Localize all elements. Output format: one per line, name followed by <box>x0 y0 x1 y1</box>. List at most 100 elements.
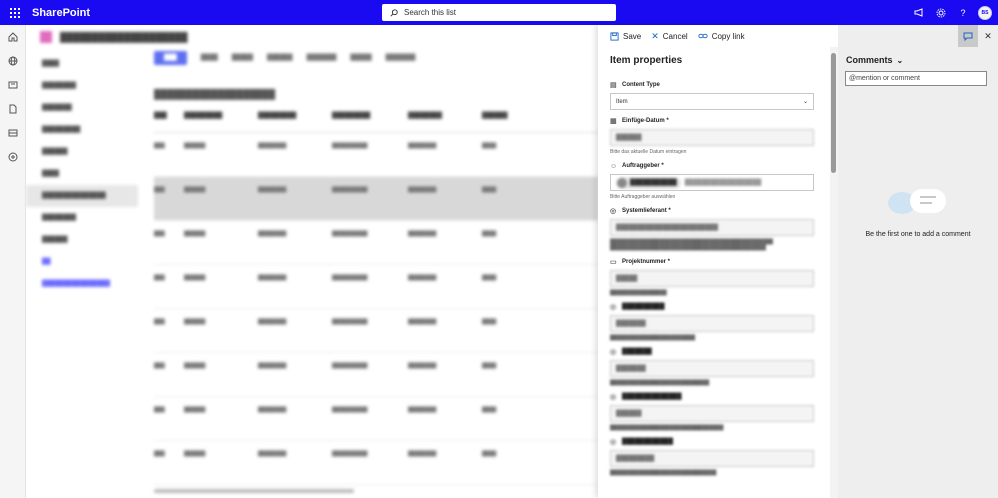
nav-item: ███████ <box>42 105 72 111</box>
projektnummer-input[interactable]: █████ <box>610 270 814 287</box>
table-row: ███ ██████ ████████ ██████████ ████████ ████ <box>154 397 598 441</box>
einfuege-datum-hint: Bitte das aktuelle Datum eintragen <box>610 149 687 155</box>
cancel-button[interactable]: ✕ Cancel <box>651 31 687 42</box>
table-row: ███ ██████ ████████ ██████████ ████████ ████ <box>154 265 598 309</box>
table-row-selected: ███ ██████ ████████ ██████████ ████████ ████ <box>154 177 598 221</box>
check-circle-icon: ◎ <box>610 208 617 215</box>
panel-title: Item properties <box>610 55 683 66</box>
table-row: ███ ██████ ████████ ██████████ ████████ ████ <box>154 133 598 177</box>
gear-icon[interactable] <box>930 0 952 25</box>
list-command-bar: ███ ████ █████ ██████ ███████ █████ ████… <box>154 51 415 65</box>
close-panel-button[interactable]: ✕ <box>978 25 998 47</box>
auftraggeber-people-picker[interactable]: ███████████ ██████████████████ <box>610 174 814 191</box>
comments-header[interactable]: Comments ⌄ <box>846 55 998 65</box>
systemlieferant-label: Systemlieferant * <box>622 208 671 214</box>
document-icon[interactable] <box>0 97 26 121</box>
save-icon <box>610 31 619 41</box>
nav-item: ████████████████ <box>42 281 111 287</box>
systemlieferant-input[interactable]: ████████████████████████ <box>610 219 814 236</box>
item-properties-panel: Save ✕ Cancel Copy link Item properties … <box>598 25 838 498</box>
grid-header: ███ █████████ █████████ █████████ ████████ ██… <box>154 113 598 133</box>
panel-form: Item properties ▤ Content Type Item ⌄ ▦ Ei… <box>598 47 830 498</box>
add-icon[interactable] <box>0 145 26 169</box>
nav-item: ████ <box>42 171 60 177</box>
comment-input[interactable]: @mention or comment <box>845 71 987 86</box>
brand-name[interactable]: SharePoint <box>32 7 90 19</box>
globe-icon[interactable] <box>0 49 26 73</box>
save-button[interactable]: Save <box>610 32 641 41</box>
field-blurred: ◎ ███████ ███████ ███████████████████████… <box>610 347 830 386</box>
content-type-label: Content Type <box>622 82 660 88</box>
blurred-input[interactable]: ███████ <box>610 360 814 377</box>
news-icon[interactable] <box>0 73 26 97</box>
help-icon[interactable]: ? <box>952 0 974 25</box>
panel-scrollbar[interactable] <box>830 47 838 498</box>
megaphone-icon[interactable] <box>908 0 930 25</box>
home-icon[interactable] <box>0 25 26 49</box>
command-blurred: █████ <box>231 55 254 61</box>
calendar-icon: ▦ <box>610 118 617 125</box>
suite-bar-actions: ? BS <box>908 0 998 25</box>
chevron-down-icon: ⌄ <box>802 99 808 105</box>
einfuege-datum-input[interactable]: ██████ <box>610 129 814 146</box>
list-icon[interactable] <box>0 121 26 145</box>
site-navigation: ████ ████████ ███████ █████████ ██████ █… <box>26 53 138 295</box>
content-type-icon: ▤ <box>610 82 617 89</box>
waffle-icon <box>10 7 20 18</box>
nav-item: ████████ <box>42 83 77 89</box>
comment-icon <box>963 32 973 41</box>
comments-pane: ✕ Comments ⌄ @mention or comment Be the … <box>838 25 998 498</box>
nav-item: ██████ <box>42 149 68 155</box>
field-content-type: ▤ Content Type Item ⌄ <box>610 80 830 110</box>
save-label: Save <box>623 31 642 41</box>
auftraggeber-chip: ███████████ ██████████████████ <box>616 176 761 189</box>
projektnummer-label: Projektnummer * <box>622 259 671 265</box>
command-blurred: ██████ <box>267 55 293 61</box>
table-row: ███ ██████ ████████ ██████████ ████████ ████ <box>154 221 598 265</box>
site-title-blurred: ████████████████████ <box>60 32 188 42</box>
nav-item: ████████ <box>42 215 77 221</box>
field-projektnummer: ▭ Projektnummer * █████ ████████████████ <box>610 257 830 296</box>
search-icon <box>390 8 398 17</box>
command-blurred: █████ <box>350 55 372 61</box>
user-avatar[interactable]: BS <box>978 5 992 20</box>
nav-item: ██████ <box>42 237 68 243</box>
new-button-blurred: ███ <box>154 51 187 65</box>
field-blurred: ◎ ██████████ ███████ ████████████████████… <box>610 302 830 341</box>
search-box[interactable]: Search this list <box>382 4 616 21</box>
copy-link-button[interactable]: Copy link <box>698 32 745 41</box>
horizontal-scrollbar[interactable] <box>146 489 586 493</box>
comments-toggle-button[interactable] <box>958 25 978 47</box>
app-rail <box>0 25 26 498</box>
projektnummer-hint-blurred: ████████████████ <box>610 290 667 296</box>
list-title-blurred: ███████████████████ <box>154 89 276 99</box>
chevron-down-icon: ⌄ <box>896 55 904 65</box>
content-type-dropdown[interactable]: Item ⌄ <box>610 93 814 110</box>
app-launcher-button[interactable] <box>0 0 30 25</box>
command-blurred: ████ <box>200 55 218 61</box>
systemlieferant-hint-blurred: ████████████████████████████████████████… <box>610 239 773 251</box>
blurred-input[interactable]: █████████ <box>610 450 814 467</box>
field-blurred: ◎ ████████████ █████████ ████████████████… <box>610 437 830 476</box>
suite-bar: SharePoint Search this list ? BS <box>0 0 998 25</box>
avatar <box>617 177 627 188</box>
comments-empty-text: Be the first one to add a comment <box>865 231 971 238</box>
comment-input-placeholder: @mention or comment <box>849 75 920 82</box>
field-systemlieferant: ◎ Systemlieferant * █████████████████████… <box>610 206 830 251</box>
comments-title: Comments <box>846 55 893 65</box>
nav-item: ██ <box>42 259 51 265</box>
command-blurred: ███████ <box>385 55 416 61</box>
content-type-value: Item <box>616 98 628 105</box>
blurred-input[interactable]: ██████ <box>610 405 814 422</box>
table-row: ███ ██████ ████████ ██████████ ████████ ████ <box>154 353 598 397</box>
copy-link-label: Copy link <box>711 31 745 41</box>
comments-illustration-icon <box>886 185 950 226</box>
site-logo <box>40 31 52 43</box>
close-icon: ✕ <box>651 30 659 41</box>
field-auftraggeber: ☺ Auftraggeber * ███████████ ████████████… <box>610 161 830 200</box>
nav-item: █████████ <box>42 127 81 133</box>
blurred-input[interactable]: ███████ <box>610 315 814 332</box>
table-row: ███ ██████ ████████ ██████████ ████████ ████ <box>154 441 598 485</box>
cancel-label: Cancel <box>662 31 688 41</box>
search-placeholder: Search this list <box>404 8 457 17</box>
